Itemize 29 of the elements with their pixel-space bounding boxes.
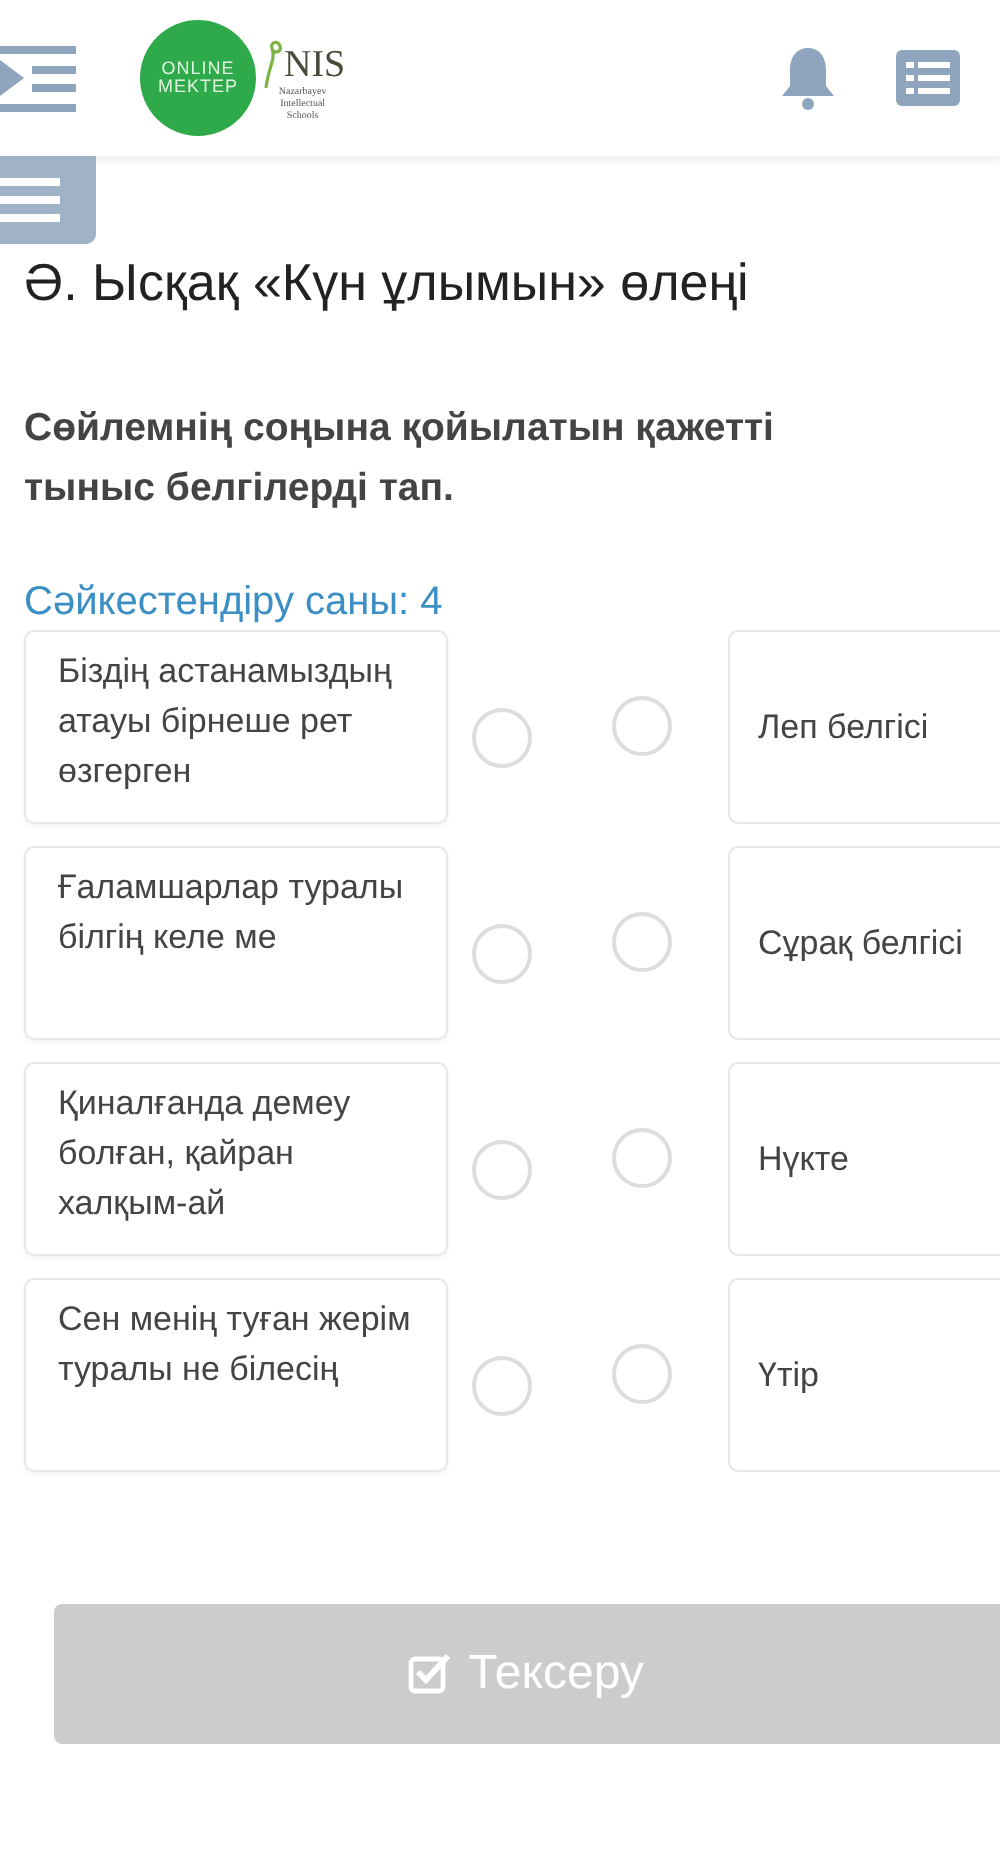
lesson-title: Ә. Ысқақ «Күн ұлымын» өлеңі [22, 250, 751, 314]
checkbox-icon [408, 1652, 453, 1696]
brand-name: NIS [284, 44, 346, 87]
connector-dot[interactable] [472, 923, 532, 983]
statement-card[interactable]: Сен менің туған жерім туралы не білесің [24, 1278, 448, 1472]
connector-dot[interactable] [612, 912, 672, 972]
sidebar-toggle-icon[interactable] [0, 40, 76, 116]
online-mektep-logo: ONLINE MEKTEP [140, 20, 256, 136]
menu-button[interactable] [0, 156, 96, 244]
menu-icon [0, 178, 60, 222]
sprout-icon [260, 40, 284, 88]
statement-card[interactable]: Қиналғанда демеу болған, қайран халқым-ай [24, 1062, 448, 1256]
connector-dot[interactable] [472, 707, 532, 767]
statement-card[interactable]: Біздің астанамыздың атауы бірнеше рет өзгерген [24, 630, 448, 824]
connector-dot[interactable] [612, 696, 672, 756]
answer-card[interactable]: Сұрақ белгісі [728, 846, 1000, 1040]
statement-card[interactable]: Ғаламшарлар туралы білгің келе ме [24, 846, 448, 1040]
answer-card[interactable]: Нүкте [728, 1062, 1000, 1256]
match-count: Сәйкестендіру саны: 4 [22, 578, 445, 626]
notification-bell-icon[interactable] [780, 46, 836, 110]
question-text: тыныс белгілерді тап. [24, 464, 456, 514]
connector-dot[interactable] [612, 1128, 672, 1188]
connector-dot[interactable] [472, 1139, 532, 1199]
list-menu-icon[interactable] [896, 50, 960, 106]
answer-card[interactable]: Леп белгісі [728, 630, 1000, 824]
connector-dot[interactable] [612, 1344, 672, 1404]
answer-card[interactable]: Үтір [728, 1278, 1000, 1472]
connector-dot[interactable] [472, 1355, 532, 1415]
question-text: Сөйлемнің соңына қойылатын қажетті [24, 404, 776, 454]
